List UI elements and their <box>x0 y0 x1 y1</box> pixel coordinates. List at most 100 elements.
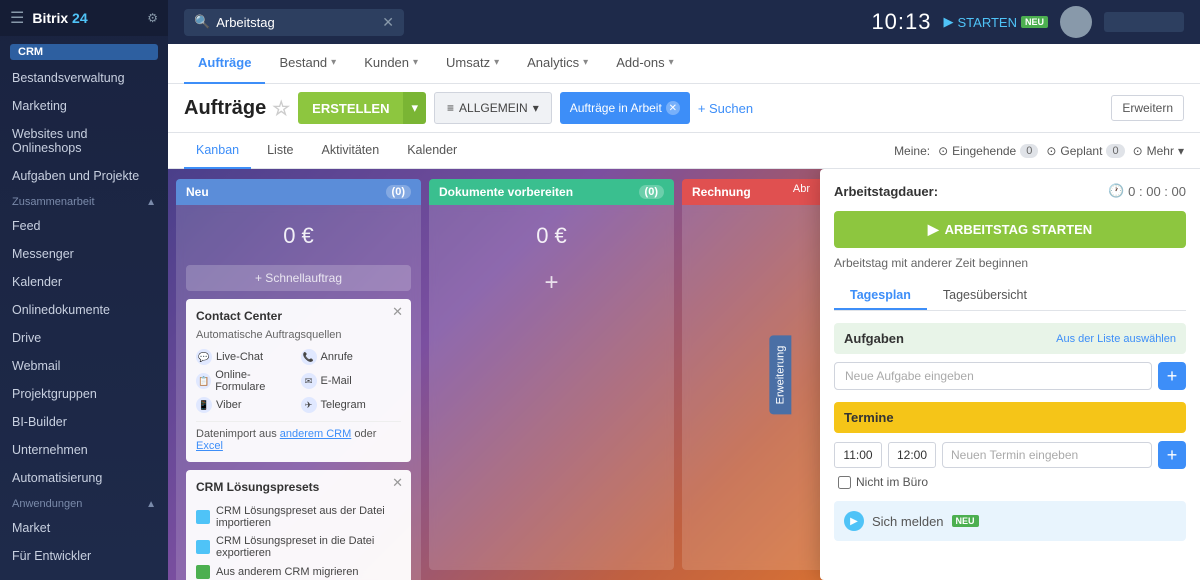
col-label-rechnung: Rechnung <box>692 185 751 199</box>
sidebar-item-label: Drive <box>12 331 41 345</box>
create-button[interactable]: ERSTELLEN <box>298 92 403 124</box>
tab-auftraege[interactable]: Aufträge <box>184 44 265 84</box>
cc-item-email[interactable]: ✉ E-Mail <box>301 369 402 393</box>
crm-loesungen-title: CRM Lösungspresets <box>196 480 401 494</box>
start-label: STARTEN <box>958 15 1017 30</box>
cc-label: Online-Formulare <box>215 369 296 393</box>
crm-item-2[interactable]: Aus anderem CRM migrieren <box>196 562 401 580</box>
meine-mehr[interactable]: ⊙ Mehr ▾ <box>1133 144 1184 158</box>
sich-melden-button[interactable]: Sich melden <box>872 514 944 529</box>
contact-center-subtitle: Automatische Auftragsquellen <box>196 329 401 341</box>
aufgaben-label: Aufgaben <box>844 331 904 346</box>
sidebar-section-zusammenarbeit[interactable]: Zusammenarbeit ▲ <box>0 190 168 212</box>
sidebar-item-onlinedokumente[interactable]: Onlinedokumente <box>0 296 168 324</box>
panel-tab-tagesuebersicht[interactable]: Tagesübersicht <box>927 282 1043 310</box>
sidebar-item-label: Market <box>12 521 50 535</box>
settings-icon[interactable]: ⚙ <box>147 11 158 25</box>
nicht-im-buero-checkbox[interactable] <box>838 476 851 489</box>
sidebar-item-bi-builder[interactable]: BI-Builder <box>0 408 168 436</box>
sidebar-item-label: Messenger <box>12 247 74 261</box>
kanban-col-body-neu: 0 € + Schnellauftrag ✕ Contact Center Au… <box>176 205 421 580</box>
arbeitstag-starten-button[interactable]: ▶ ARBEITSTAG STARTEN <box>834 211 1186 248</box>
sidebar-item-label: Für Entwickler <box>12 549 91 563</box>
chevron-down-icon: ▲ <box>146 197 156 208</box>
sidebar-item-aufgaben[interactable]: Aufgaben und Projekte <box>0 162 168 190</box>
cc-item-telegram[interactable]: ✈ Telegram <box>301 397 402 413</box>
formulare-icon: 📋 <box>196 373 211 389</box>
view-tag-close-icon[interactable]: ✕ <box>666 101 680 115</box>
cc-item-viber[interactable]: 📱 Viber <box>196 397 297 413</box>
hamburger-icon[interactable]: ☰ <box>10 8 24 28</box>
subtab-kalender[interactable]: Kalender <box>395 133 469 169</box>
tab-bestand[interactable]: Bestand ▾ <box>265 44 350 84</box>
sidebar-item-marketing[interactable]: Marketing <box>0 92 168 120</box>
sidebar-item-projektgruppen[interactable]: Projektgruppen <box>0 380 168 408</box>
kanban-col-body-dokumente: 0 € + <box>429 205 674 570</box>
popup-close-icon[interactable]: ✕ <box>392 304 403 320</box>
add-item-dokumente[interactable]: + <box>439 265 664 301</box>
sidebar-item-automatisierung[interactable]: Automatisierung <box>0 464 168 492</box>
mit-anderer-zeit-link[interactable]: Arbeitstag mit anderer Zeit beginnen <box>834 256 1186 270</box>
search-button[interactable]: + Suchen <box>698 101 753 116</box>
play-icon: ▶ <box>928 221 939 238</box>
sidebar-item-feed[interactable]: Feed <box>0 212 168 240</box>
termin-time-to[interactable] <box>888 442 936 468</box>
popup-close-icon[interactable]: ✕ <box>392 475 403 491</box>
cc-item-live-chat[interactable]: 💬 Live-Chat <box>196 349 297 365</box>
neue-aufgabe-input[interactable] <box>834 362 1152 390</box>
add-aufgabe-button[interactable]: + <box>1158 362 1186 390</box>
meine-geplant[interactable]: ⊙ Geplant 0 <box>1046 144 1124 158</box>
cc-item-anrufe[interactable]: 📞 Anrufe <box>301 349 402 365</box>
tab-analytics[interactable]: Analytics ▾ <box>513 44 602 84</box>
filter-button[interactable]: ≡ ALLGEMEIN ▾ <box>434 92 552 124</box>
subtab-liste[interactable]: Liste <box>255 133 305 169</box>
sidebar-item-bestandsverwaltung[interactable]: Bestandsverwaltung <box>0 64 168 92</box>
arbeitstagdauer-panel: Arbeitstagdauer: 🕐 0 : 00 : 00 ▶ ARBEITS… <box>820 169 1200 580</box>
search-input[interactable] <box>216 15 376 30</box>
sidebar: ☰ Bitrix 24 ⚙ CRM Bestandsverwaltung Mar… <box>0 0 168 580</box>
sidebar-item-unternehmen[interactable]: Unternehmen <box>0 436 168 464</box>
termine-label: Termine <box>844 410 894 425</box>
search-clear-icon[interactable]: ✕ <box>382 14 394 31</box>
panel-tabs: Tagesplan Tagesübersicht <box>834 282 1186 311</box>
panel-tab-tagesplan[interactable]: Tagesplan <box>834 282 927 310</box>
tab-umsatz[interactable]: Umsatz ▾ <box>432 44 513 84</box>
cc-item-online-formulare[interactable]: 📋 Online-Formulare <box>196 369 297 393</box>
crm-item-0[interactable]: CRM Lösungspreset aus der Datei importie… <box>196 502 401 532</box>
meine-eingehende[interactable]: ⊙ Eingehende 0 <box>938 144 1038 158</box>
tab-addons[interactable]: Add-ons ▾ <box>602 44 687 84</box>
subtab-aktivitaeten[interactable]: Aktivitäten <box>310 133 392 169</box>
expand-button[interactable]: Erweitern <box>1111 95 1184 121</box>
termin-time-from[interactable] <box>834 442 882 468</box>
sidebar-item-webmail[interactable]: Webmail <box>0 352 168 380</box>
abr-button[interactable]: Abr <box>783 179 820 199</box>
chevron-down-icon: ▾ <box>331 57 336 68</box>
topbar-start-button[interactable]: ▶ STARTEN NEU <box>944 14 1049 30</box>
sidebar-item-label: Websites und Onlineshops <box>12 127 156 155</box>
page-title: Aufträge ☆ <box>184 96 290 121</box>
excel-link[interactable]: Excel <box>196 440 223 452</box>
topbar: 🔍 ✕ 10:13 ▶ STARTEN NEU <box>168 0 1200 44</box>
nicht-im-buero-checkbox-row: Nicht im Büro <box>834 475 1186 489</box>
add-termin-button[interactable]: + <box>1158 441 1186 469</box>
tab-kunden[interactable]: Kunden ▾ <box>350 44 432 84</box>
avatar[interactable] <box>1060 6 1092 38</box>
sidebar-item-websites[interactable]: Websites und Onlineshops <box>0 120 168 162</box>
geplant-count: 0 <box>1106 144 1124 158</box>
contact-center-grid: 💬 Live-Chat 📞 Anrufe 📋 Online-Formulare <box>196 349 401 413</box>
sidebar-section-anwendungen[interactable]: Anwendungen ▲ <box>0 492 168 514</box>
schnellauftrag-button[interactable]: + Schnellauftrag <box>186 265 411 291</box>
subtab-kanban[interactable]: Kanban <box>184 133 251 169</box>
aus-liste-link[interactable]: Aus der Liste auswählen <box>1056 333 1176 345</box>
sidebar-item-messenger[interactable]: Messenger <box>0 240 168 268</box>
sidebar-item-drive[interactable]: Drive <box>0 324 168 352</box>
crm-item-1[interactable]: CRM Lösungspreset in die Datei exportier… <box>196 532 401 562</box>
sidebar-item-market[interactable]: Market <box>0 514 168 542</box>
termin-input[interactable] <box>942 442 1152 468</box>
sidebar-item-fuer-entwickler[interactable]: Für Entwickler <box>0 542 168 570</box>
anderem-crm-link[interactable]: anderem CRM <box>280 428 352 440</box>
star-icon[interactable]: ☆ <box>272 96 290 121</box>
erweiterung-button[interactable]: Erweiterung <box>770 335 792 414</box>
sidebar-item-kalender[interactable]: Kalender <box>0 268 168 296</box>
create-arrow-button[interactable]: ▾ <box>403 92 426 124</box>
